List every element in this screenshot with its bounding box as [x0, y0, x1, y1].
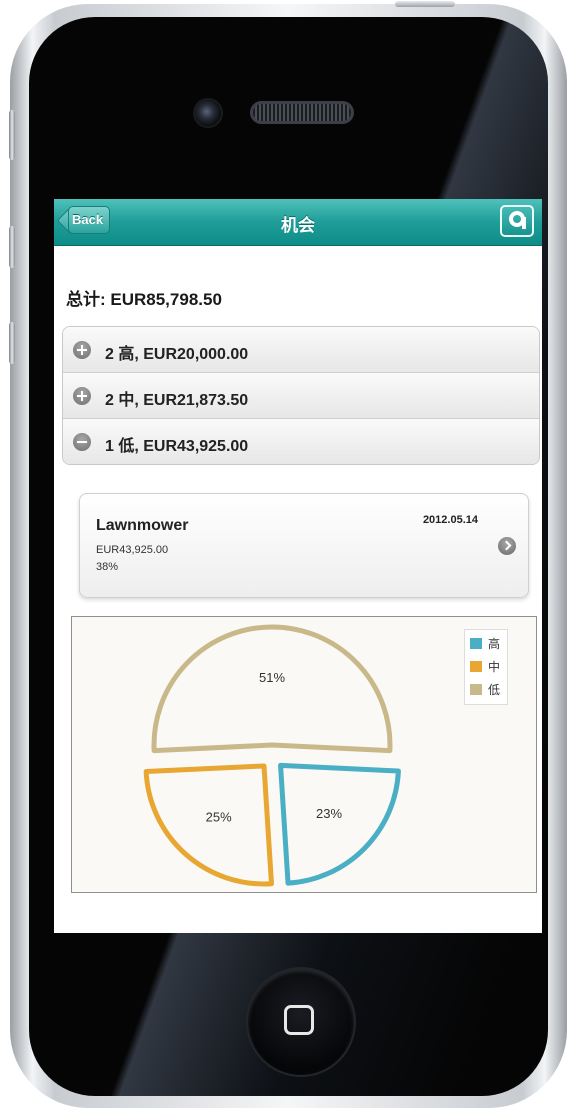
opportunity-name: Lawnmower: [96, 517, 189, 534]
home-button[interactable]: [246, 967, 356, 1077]
opportunity-card[interactable]: Lawnmower EUR43,925.00 38% 2012.05.14: [79, 493, 529, 598]
slice-low: [151, 624, 393, 754]
group-row-low[interactable]: 1 低, EUR43,925.00: [63, 419, 539, 464]
opportunity-probability: 38%: [96, 561, 119, 573]
app-logo-button[interactable]: [500, 205, 534, 237]
group-list: 2 高, EUR20,000.00 2 中, EUR21,873.50 1 低,…: [62, 326, 540, 465]
legend-label: 高: [488, 637, 501, 651]
mute-switch: [9, 110, 15, 160]
legend-swatch: [470, 638, 482, 649]
page-title: 机会: [281, 216, 315, 235]
app-screen: Back 机会 总计: EUR85,798.50 2 高, EUR20,000.…: [54, 199, 542, 933]
total-amount: 总计: EUR85,798.50: [66, 290, 222, 309]
expand-plus-icon: [73, 387, 91, 405]
group-label: 2 中, EUR21,873.50: [105, 392, 249, 409]
slice-high: [278, 762, 401, 886]
legend-swatch: [470, 661, 482, 672]
expand-plus-icon: [73, 341, 91, 359]
front-camera: [193, 98, 223, 128]
power-button: [395, 1, 455, 7]
legend-label: 低: [488, 683, 501, 697]
earpiece-speaker: [250, 101, 354, 124]
group-label: 2 高, EUR20,000.00: [105, 346, 249, 363]
slice-medium: [143, 763, 274, 887]
chart-legend: 高 中 低: [464, 629, 508, 705]
group-label: 1 低, EUR43,925.00: [105, 438, 249, 455]
slice-label: 51%: [259, 670, 285, 685]
legend-swatch: [470, 684, 482, 695]
header-bar: Back 机会: [54, 199, 542, 246]
volume-down-button: [9, 322, 15, 364]
slice-label: 25%: [206, 810, 232, 825]
opportunity-amount: EUR43,925.00: [96, 544, 169, 556]
group-row-medium[interactable]: 2 中, EUR21,873.50: [63, 373, 539, 419]
chevron-right-icon[interactable]: [498, 537, 516, 555]
opportunity-date: 2012.05.14: [422, 514, 478, 526]
slice-label: 23%: [316, 806, 342, 821]
group-row-high[interactable]: 2 高, EUR20,000.00: [63, 327, 539, 373]
volume-up-button: [9, 226, 15, 268]
legend-label: 中: [488, 660, 501, 674]
pie-chart: 51% 23% 25% 高 中 低: [71, 616, 537, 893]
collapse-minus-icon: [73, 433, 91, 451]
home-square-icon: [284, 1005, 314, 1035]
logo-a-stem: [522, 217, 526, 229]
